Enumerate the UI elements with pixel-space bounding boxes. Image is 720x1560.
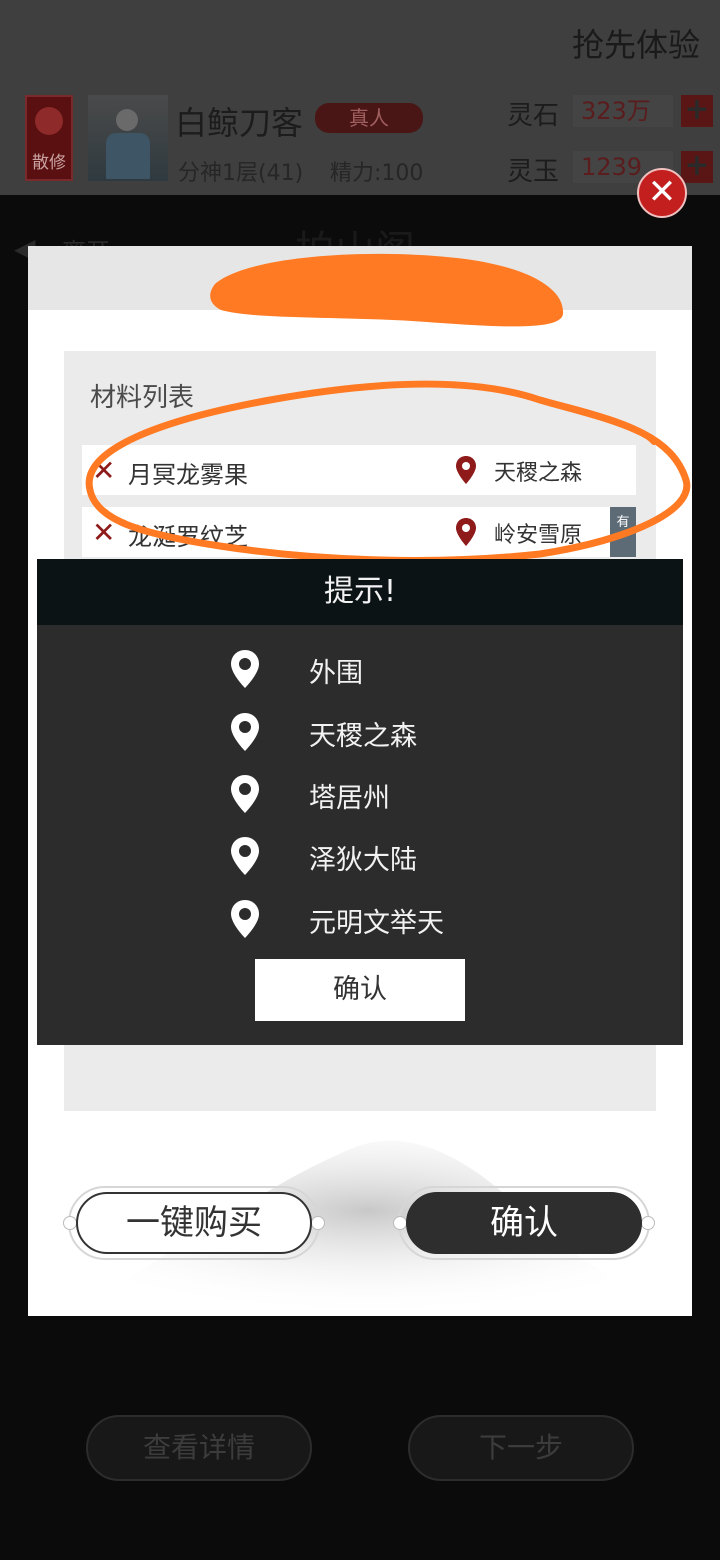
location-name: 泽狄大陆 [309, 845, 417, 876]
location-pin-icon [231, 775, 259, 813]
ring-dot [393, 1216, 407, 1230]
avatar[interactable] [88, 95, 168, 181]
energy-value: 精力:100 [330, 161, 424, 186]
location-item[interactable]: 元明文举天 [229, 893, 529, 943]
top-status-bar: 抢先体验 散修 白鲸刀客 真人 分神1层(41) 精力:100 灵石 323万 … [0, 0, 720, 195]
x-mark-icon: ✕ [92, 454, 116, 487]
character-name: 白鲸刀客 [175, 104, 304, 142]
dialog-header: 提示! [37, 559, 683, 625]
early-access-label[interactable]: 抢先体验 [572, 20, 700, 66]
ring-dot [63, 1216, 77, 1230]
next-step-button[interactable]: 下一步 [408, 1415, 634, 1481]
real-person-badge: 真人 [315, 103, 423, 133]
material-location[interactable]: 岭安雪原 [494, 517, 582, 549]
material-row[interactable]: ✕ 龙涎罗纹芝 岭安雪原 有 [82, 507, 636, 557]
location-item[interactable]: 塔居州 [229, 768, 529, 818]
x-mark-icon: ✕ [92, 516, 116, 549]
sect-badge[interactable]: 散修 [25, 95, 73, 181]
location-name: 天稷之森 [309, 721, 417, 752]
dialog-title: 提示! [323, 574, 397, 609]
cultivation-realm: 分神1层(41) [178, 161, 304, 186]
owned-tag: 有 [610, 507, 636, 557]
buy-all-button-frame: 一键购买 [63, 1186, 325, 1260]
avatar-head [116, 109, 138, 131]
material-name: 龙涎罗纹芝 [128, 523, 248, 551]
dialog-confirm-button[interactable]: 确认 [255, 959, 465, 1021]
location-item[interactable]: 外围 [229, 643, 529, 693]
location-pin-icon [231, 837, 259, 875]
lotus-emblem-icon [35, 107, 63, 135]
avatar-robe [106, 133, 150, 179]
location-pin-icon [231, 650, 259, 688]
location-pin-icon [231, 713, 259, 751]
material-location[interactable]: 天稷之森 [494, 455, 582, 487]
add-spirit-jade-button[interactable]: + [681, 151, 713, 183]
location-item[interactable]: 泽狄大陆 [229, 830, 529, 880]
material-name: 月冥龙雾果 [128, 461, 248, 489]
material-list-title: 材料列表 [90, 383, 195, 413]
sect-label: 散修 [32, 153, 66, 173]
view-details-button[interactable]: 查看详情 [86, 1415, 312, 1481]
location-pin-icon [231, 900, 259, 938]
confirm-button-frame: 确认 [393, 1186, 655, 1260]
location-name: 元明文举天 [309, 908, 444, 939]
ring-dot [641, 1216, 655, 1230]
ring-dot [311, 1216, 325, 1230]
redaction-scribble [210, 253, 564, 327]
spirit-jade-label: 灵玉 [507, 157, 560, 187]
close-button[interactable]: ✕ [637, 168, 687, 218]
material-row[interactable]: ✕ 月冥龙雾果 天稷之森 [82, 445, 636, 495]
location-name: 塔居州 [309, 783, 390, 814]
location-item[interactable]: 天稷之森 [229, 706, 529, 756]
location-name: 外围 [309, 658, 363, 689]
location-pin-icon [456, 518, 476, 546]
location-pin-icon [456, 456, 476, 484]
buy-all-button[interactable]: 一键购买 [76, 1192, 312, 1254]
spirit-stone-value: 323万 [573, 95, 673, 127]
prompt-dialog: 提示! 外围 天稷之森 塔居州 泽狄大陆 元明文举天 确认 [37, 559, 683, 1045]
confirm-button[interactable]: 确认 [406, 1192, 642, 1254]
close-icon: ✕ [647, 172, 677, 212]
add-spirit-stone-button[interactable]: + [681, 95, 713, 127]
spirit-stone-label: 灵石 [507, 101, 560, 131]
